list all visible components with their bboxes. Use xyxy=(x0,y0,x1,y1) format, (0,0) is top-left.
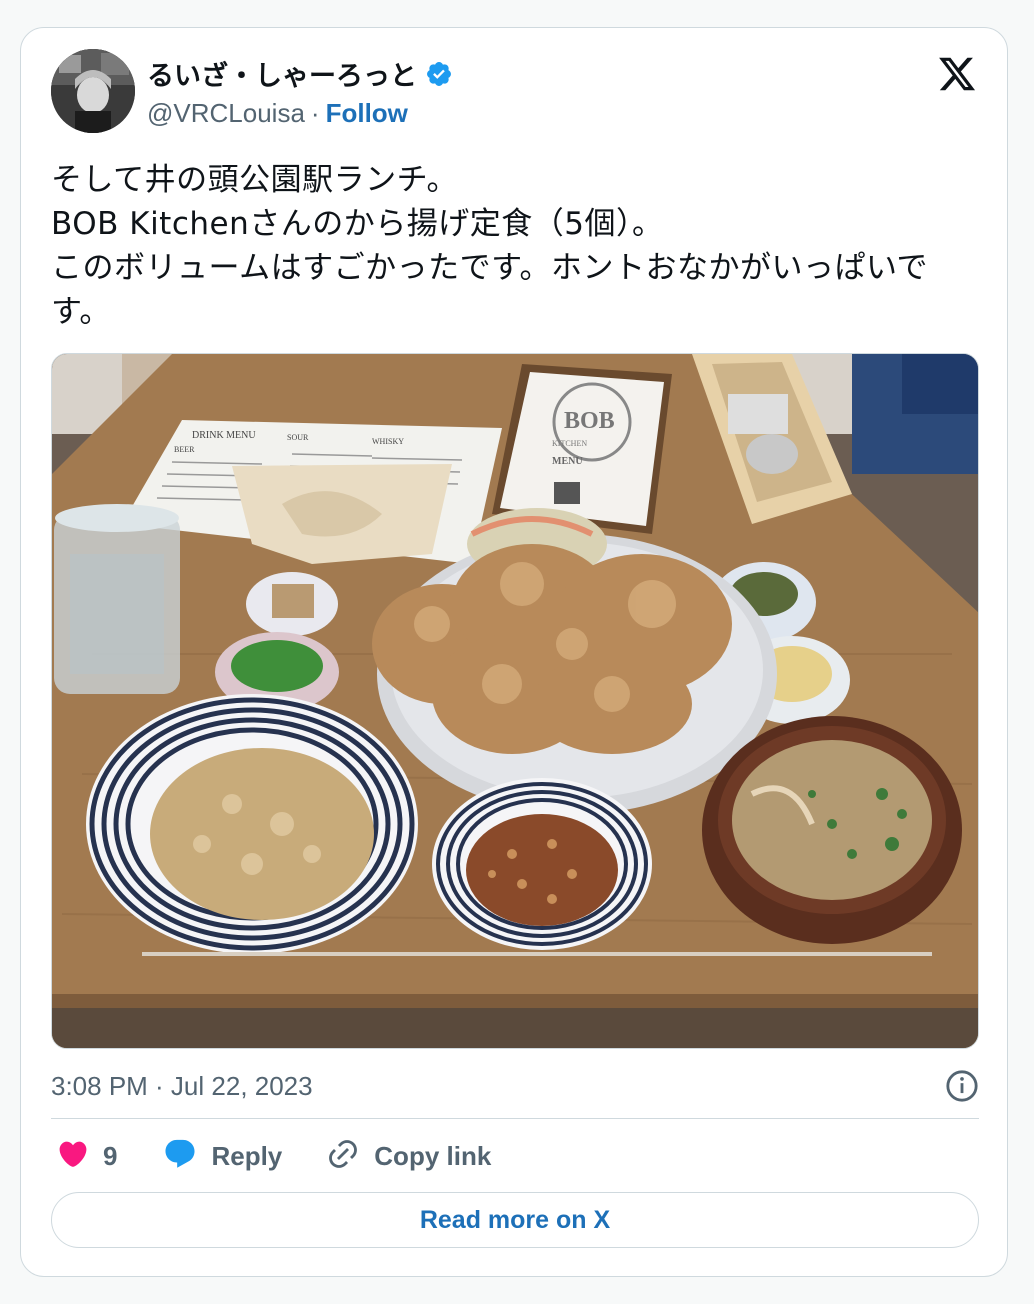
x-logo-icon[interactable] xyxy=(937,54,977,94)
like-button[interactable]: 9 xyxy=(57,1138,117,1175)
tweet-text: そして井の頭公園駅ランチ。 BOB Kitchenさんのから揚げ定食（5個）。 … xyxy=(51,162,929,330)
tweet-card: るいざ・しゃーろっと @VRCLouisa · Follow そして井の頭公園駅… xyxy=(20,27,1008,1277)
divider xyxy=(51,1118,979,1119)
read-more-button[interactable]: Read more on X xyxy=(51,1192,979,1248)
reply-label: Reply xyxy=(211,1140,283,1171)
copy-link-button[interactable]: Copy link xyxy=(326,1137,491,1176)
author-handle-row: @VRCLouisa · Follow xyxy=(147,98,408,129)
copy-link-label: Copy link xyxy=(374,1140,492,1171)
menu-text-drink: DRINK MENU xyxy=(192,430,256,441)
avatar[interactable] xyxy=(51,49,135,133)
timestamp-row: 3:08 PM · Jul 22, 2023 xyxy=(51,1068,979,1104)
menu-text-sour: SOUR xyxy=(287,433,309,442)
verified-badge-icon xyxy=(425,60,453,88)
bob-card-subtitle: KITCHEN xyxy=(552,439,587,448)
reply-button[interactable]: Reply xyxy=(163,1137,282,1176)
tweet-timestamp[interactable]: 3:08 PM · Jul 22, 2023 xyxy=(51,1071,313,1102)
separator-dot: · xyxy=(310,98,320,128)
author-name-row: るいざ・しゃーろっと xyxy=(147,54,453,93)
display-name[interactable]: るいざ・しゃーろっと xyxy=(147,54,417,93)
bob-card-menu: MENU xyxy=(552,456,583,467)
tweet-photo[interactable]: DRINK MENU SOUR WHISKY BEER BOB KITCHEN … xyxy=(51,353,979,1049)
link-icon xyxy=(326,1137,360,1176)
info-icon[interactable] xyxy=(945,1069,979,1103)
menu-text-whisky: WHISKY xyxy=(372,437,404,446)
bob-card-title: BOB xyxy=(564,408,615,434)
action-bar: 9 Reply Copy link xyxy=(51,1134,491,1178)
heart-icon xyxy=(57,1138,89,1175)
author-handle[interactable]: @VRCLouisa xyxy=(147,98,305,129)
follow-button[interactable]: Follow xyxy=(326,98,408,129)
reply-bubble-icon xyxy=(163,1137,197,1176)
menu-text-beer: BEER xyxy=(174,445,195,454)
like-count: 9 xyxy=(103,1140,118,1171)
